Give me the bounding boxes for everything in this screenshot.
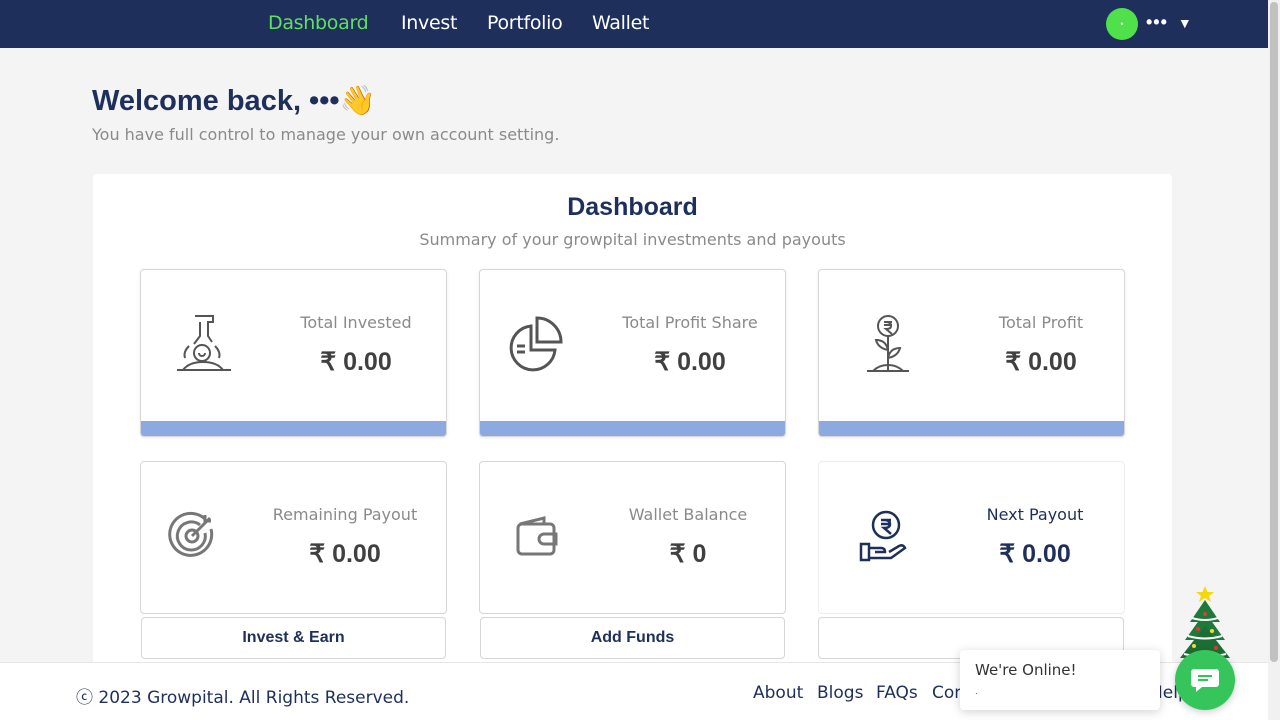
pie-chart-icon: [509, 316, 563, 372]
card-accent-bar: [141, 421, 446, 436]
welcome-subtitle: You have full control to manage your own…: [92, 125, 560, 144]
footer-link-blogs[interactable]: Blogs: [817, 683, 863, 703]
top-navbar: Dashboard Invest Portfolio Wallet • ••• …: [0, 0, 1280, 48]
card-value: ₹ 0.00: [320, 348, 392, 376]
user-menu[interactable]: ••• ▼: [1146, 12, 1192, 33]
hand-coin-icon: [859, 510, 907, 562]
card-total-invested: Total Invested ₹ 0.00: [140, 269, 447, 437]
chat-popup[interactable]: We're Online! .: [960, 650, 1160, 710]
scrollbar-thumb[interactable]: [1270, 2, 1278, 662]
nav-invest[interactable]: Invest: [401, 12, 457, 34]
avatar[interactable]: •: [1106, 8, 1138, 40]
chat-launcher-button[interactable]: [1175, 650, 1235, 710]
card-label: Wallet Balance: [628, 505, 748, 524]
avatar-initial: •: [1120, 19, 1124, 29]
nav-portfolio[interactable]: Portfolio: [487, 12, 563, 34]
invest-earn-button[interactable]: Invest & Earn: [141, 617, 446, 659]
rupee-plant-icon: [867, 315, 909, 372]
nav-wallet[interactable]: Wallet: [592, 12, 649, 34]
footer-link-faqs[interactable]: FAQs: [876, 683, 918, 703]
user-name: •••: [1146, 12, 1168, 32]
add-funds-button[interactable]: Add Funds: [480, 617, 785, 659]
copyright-text: ⓒ 2023 Growpital. All Rights Reserved.: [76, 688, 410, 708]
card-label: Total Invested: [300, 313, 412, 332]
wallet-icon: [516, 516, 558, 556]
card-wallet-balance: Wallet Balance ₹ 0: [479, 461, 786, 614]
nav-dashboard[interactable]: Dashboard: [268, 12, 369, 34]
card-next-payout: Next Payout ₹ 0.00: [818, 461, 1125, 614]
caret-down-icon: ▼: [1177, 14, 1192, 31]
chat-status-subtitle: .: [975, 686, 978, 697]
card-label: Total Profit Share: [622, 313, 758, 332]
card-value: ₹ 0.00: [309, 540, 381, 568]
dashboard-subtitle: Summary of your growpital investments an…: [419, 230, 846, 249]
card-value: ₹ 0: [669, 540, 707, 568]
welcome-heading: Welcome back, •••👋: [92, 85, 376, 117]
card-label: Total Profit: [998, 313, 1084, 332]
card-total-profit-share: Total Profit Share ₹ 0.00: [479, 269, 786, 437]
footer-link-about[interactable]: About: [753, 683, 803, 703]
card-value: ₹ 0.00: [999, 540, 1071, 568]
investment-plant-icon: [177, 315, 231, 371]
dashboard-title: Dashboard: [567, 193, 698, 221]
christmas-tree-icon: [1180, 586, 1230, 658]
chat-status-title: We're Online!: [975, 661, 1077, 679]
card-accent-bar: [480, 421, 785, 436]
target-icon: [168, 511, 214, 557]
card-accent-bar: [819, 421, 1124, 436]
card-total-profit: Total Profit ₹ 0.00: [818, 269, 1125, 437]
card-value: ₹ 0.00: [654, 348, 726, 376]
chat-icon: [1191, 669, 1219, 692]
card-label: Remaining Payout: [272, 505, 418, 524]
page-scrollbar[interactable]: [1268, 0, 1280, 720]
card-value: ₹ 0.00: [1005, 348, 1077, 376]
card-label: Next Payout: [986, 505, 1084, 524]
card-remaining-payout: Remaining Payout ₹ 0.00: [140, 461, 447, 614]
